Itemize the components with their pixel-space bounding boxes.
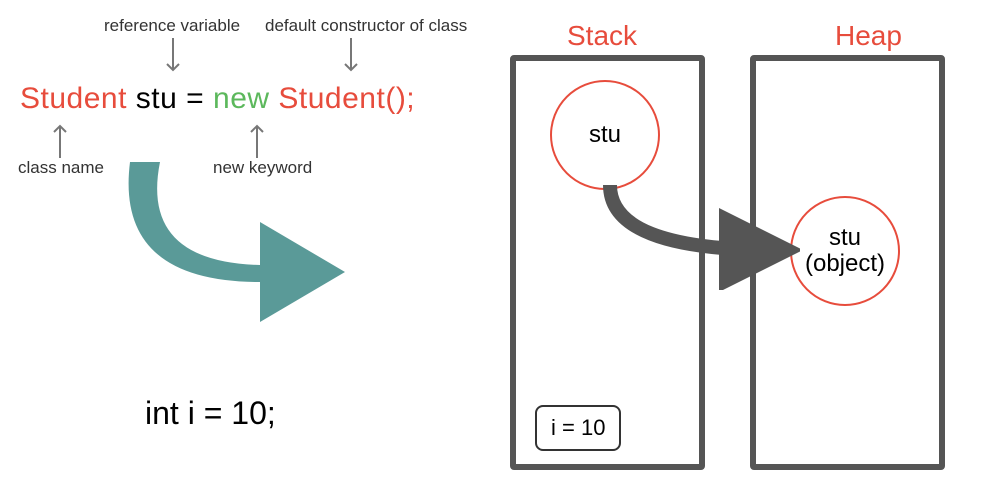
primitive-var-box: i = 10 <box>535 405 621 451</box>
stack-circle-text: stu <box>589 122 621 148</box>
code-constructor: Student(); <box>278 82 415 115</box>
heap-object-circle: stu (object) <box>790 196 900 306</box>
arrow-down-icon <box>341 38 361 78</box>
code-equals: = <box>186 82 204 115</box>
label-class-name: class name <box>18 158 104 178</box>
pointer-arrow-icon <box>590 170 800 290</box>
primitive-var-text: i = 10 <box>551 415 605 440</box>
code-int-declaration: int i = 10; <box>145 395 276 432</box>
code-declaration: Student stu = new Student(); <box>20 82 415 116</box>
heap-header: Heap <box>835 20 902 52</box>
stack-header: Stack <box>567 20 637 52</box>
label-reference-variable: reference variable <box>104 16 240 36</box>
code-type: Student <box>20 82 127 115</box>
arrow-down-icon <box>163 38 183 78</box>
code-var: stu <box>136 82 178 115</box>
label-default-constructor: default constructor of class <box>265 16 467 36</box>
heap-circle-line1: stu <box>829 225 861 251</box>
big-arrow-icon <box>110 162 350 322</box>
arrow-up-icon <box>247 118 267 158</box>
code-new: new <box>213 82 270 115</box>
arrow-up-icon <box>50 118 70 158</box>
heap-circle-line2: (object) <box>805 251 885 277</box>
